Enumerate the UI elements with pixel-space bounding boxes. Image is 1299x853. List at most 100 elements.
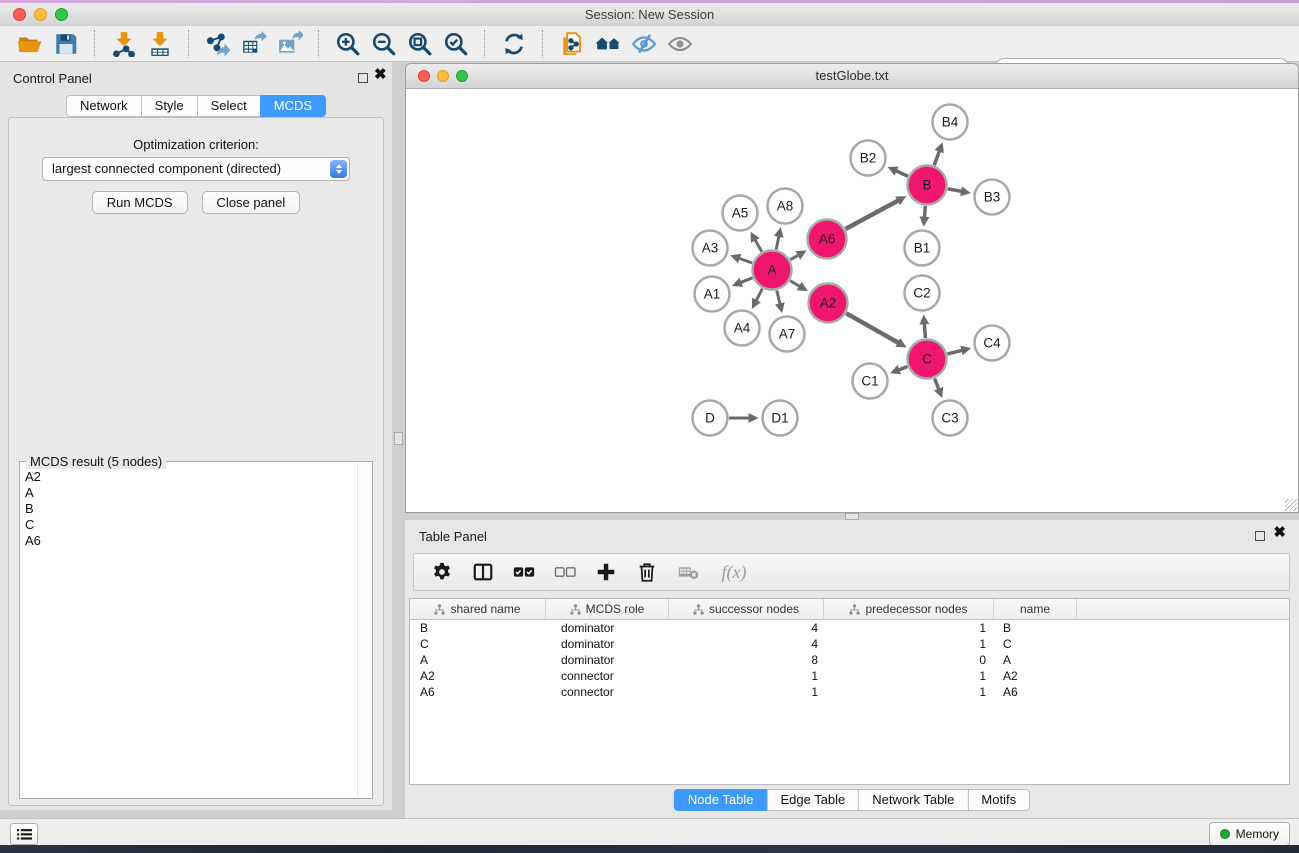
result-scrollbar[interactable] — [357, 463, 371, 797]
export-image-icon[interactable] — [274, 29, 306, 59]
table-cell[interactable]: A2 — [994, 668, 1077, 684]
result-item[interactable]: A6 — [25, 533, 357, 549]
refresh-icon[interactable] — [498, 29, 530, 59]
graph-edge-C-C4[interactable] — [947, 350, 963, 354]
graph-edge-A-A8[interactable] — [776, 235, 779, 250]
tab-motifs[interactable]: Motifs — [967, 789, 1030, 811]
run-mcds-button[interactable]: Run MCDS — [92, 191, 188, 214]
window-resize-grip[interactable] — [1285, 499, 1297, 511]
vertical-divider-grip[interactable] — [394, 432, 403, 445]
float-panel-icon[interactable] — [358, 73, 368, 83]
deselect-all-rows-icon[interactable] — [553, 560, 577, 584]
table-row[interactable]: Adominator80A — [410, 652, 1289, 668]
table-cell[interactable]: B — [410, 620, 546, 636]
table-cell[interactable]: dominator — [546, 620, 669, 636]
horizontal-divider-grip[interactable] — [845, 513, 859, 520]
graph-edge-A-A7[interactable] — [777, 290, 780, 305]
open-file-icon[interactable] — [14, 29, 46, 59]
optimization-criterion-select[interactable]: largest connected component (directed) — [42, 157, 350, 181]
import-table-icon[interactable] — [144, 29, 176, 59]
graph-edge-A-A1[interactable] — [739, 278, 752, 283]
tab-node-table[interactable]: Node Table — [674, 789, 768, 811]
table-settings-icon[interactable] — [430, 560, 454, 584]
result-item[interactable]: A2 — [25, 469, 357, 485]
table-cell[interactable]: 8 — [669, 652, 824, 668]
table-row[interactable]: A6connector11A6 — [410, 684, 1289, 700]
column-header-predecessor-nodes[interactable]: predecessor nodes — [824, 599, 994, 619]
graph-edge-A2-C[interactable] — [846, 313, 899, 343]
clone-network-icon[interactable] — [556, 29, 588, 59]
memory-button[interactable]: Memory — [1209, 822, 1290, 846]
zoom-in-icon[interactable] — [332, 29, 364, 59]
delete-columns-icon[interactable] — [635, 560, 659, 584]
graph-edge-A-A2[interactable] — [790, 281, 801, 287]
table-cell[interactable]: 1 — [824, 620, 994, 636]
table-cell[interactable]: 1 — [669, 684, 824, 700]
export-table-icon[interactable] — [238, 29, 270, 59]
zoom-out-icon[interactable] — [368, 29, 400, 59]
column-header-successor-nodes[interactable]: successor nodes — [669, 599, 824, 619]
export-network-icon[interactable] — [202, 29, 234, 59]
table-row[interactable]: A2connector11A2 — [410, 668, 1289, 684]
table-cell[interactable]: connector — [546, 668, 669, 684]
table-cell[interactable]: B — [994, 620, 1077, 636]
select-all-rows-icon[interactable] — [512, 560, 536, 584]
table-row[interactable]: Bdominator41B — [410, 620, 1289, 636]
graph-edge-C-C1[interactable] — [898, 367, 908, 371]
first-neighbors-icon[interactable] — [592, 29, 624, 59]
table-cell[interactable]: dominator — [546, 652, 669, 668]
graph-edge-C-C2[interactable] — [924, 322, 925, 338]
tab-network-table[interactable]: Network Table — [858, 789, 968, 811]
graph-edge-A-A3[interactable] — [738, 258, 752, 263]
graph-edge-A6-B[interactable] — [845, 200, 899, 229]
table-cell[interactable]: C — [410, 636, 546, 652]
table-cell[interactable]: C — [994, 636, 1077, 652]
hide-selected-icon[interactable] — [628, 29, 660, 59]
network-canvas[interactable]: B4B2BB3A8A5A6A3B1AA1C2A2A4A7C4CC1C3DD1 — [406, 89, 1298, 512]
close-panel-icon[interactable]: ✖ — [374, 66, 387, 84]
table-cell[interactable]: 4 — [669, 636, 824, 652]
graph-edge-B-B2[interactable] — [895, 170, 908, 176]
graph-edge-A-A4[interactable] — [756, 289, 763, 302]
tab-network[interactable]: Network — [66, 95, 142, 117]
table-cell[interactable]: 1 — [669, 668, 824, 684]
column-header-name[interactable]: name — [994, 599, 1077, 619]
tab-edge-table[interactable]: Edge Table — [766, 789, 859, 811]
table-cell[interactable]: A — [994, 652, 1077, 668]
tab-style[interactable]: Style — [141, 95, 198, 117]
column-header-MCDS-role[interactable]: MCDS role — [546, 599, 669, 619]
table-float-icon[interactable] — [1255, 531, 1265, 541]
zoom-fit-icon[interactable] — [404, 29, 436, 59]
show-columns-icon[interactable] — [471, 560, 495, 584]
show-all-icon[interactable] — [664, 29, 696, 59]
save-session-icon[interactable] — [50, 29, 82, 59]
graph-edge-A-A5[interactable] — [754, 239, 761, 252]
graph-edge-B-B1[interactable] — [924, 206, 925, 219]
table-close-icon[interactable]: ✖ — [1273, 524, 1286, 542]
add-column-icon[interactable] — [594, 560, 618, 584]
table-cell[interactable]: A2 — [410, 668, 546, 684]
graph-edge-C-C3[interactable] — [935, 379, 940, 391]
zoom-selected-icon[interactable] — [440, 29, 472, 59]
result-item[interactable]: A — [25, 485, 357, 501]
table-cell[interactable]: 1 — [824, 684, 994, 700]
table-cell[interactable]: 4 — [669, 620, 824, 636]
tab-mcds[interactable]: MCDS — [260, 95, 326, 117]
table-cell[interactable]: 0 — [824, 652, 994, 668]
table-cell[interactable]: A — [410, 652, 546, 668]
table-cell[interactable]: connector — [546, 684, 669, 700]
table-cell[interactable]: A6 — [410, 684, 546, 700]
result-item[interactable]: B — [25, 501, 357, 517]
graph-edge-B-B3[interactable] — [948, 189, 963, 192]
column-header-shared-name[interactable]: shared name — [410, 599, 546, 619]
table-row[interactable]: Cdominator41C — [410, 636, 1289, 652]
table-cell[interactable]: dominator — [546, 636, 669, 652]
graph-edge-B-B4[interactable] — [934, 150, 940, 166]
table-cell[interactable]: 1 — [824, 668, 994, 684]
import-network-icon[interactable] — [108, 29, 140, 59]
task-history-button[interactable] — [10, 823, 38, 845]
graph-edge-A-A6[interactable] — [790, 254, 799, 259]
result-item[interactable]: C — [25, 517, 357, 533]
table-cell[interactable]: 1 — [824, 636, 994, 652]
close-panel-button[interactable]: Close panel — [202, 191, 301, 214]
